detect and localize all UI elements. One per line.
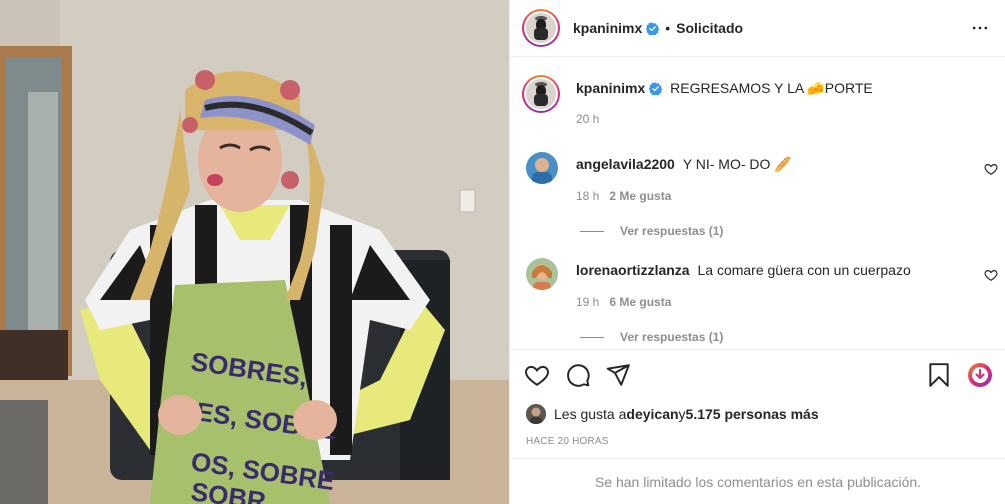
comment-text: lorenaortizzlanza La comare güera con un… xyxy=(576,262,911,278)
likes-count-link[interactable]: 5.175 personas más xyxy=(686,406,819,422)
caption-timestamp[interactable]: 20 h xyxy=(576,112,599,126)
commenter-username[interactable]: lorenaortizzlanza xyxy=(576,262,690,278)
comments-list[interactable]: kpaninimx REGRESAMOS Y LA 🧀PORTE 20 h an… xyxy=(510,58,1005,348)
separator-dot: • xyxy=(665,20,671,36)
comment-likes[interactable]: 2 Me gusta xyxy=(609,189,671,203)
more-options-icon[interactable] xyxy=(968,16,992,40)
post-image[interactable]: SOBRES, ES, SOBRE OS, SOBRE SOBR xyxy=(0,0,509,504)
replies-divider xyxy=(580,230,604,232)
commenter-avatar[interactable] xyxy=(526,258,558,290)
likes-prefix: Les gusta a xyxy=(554,406,627,422)
post-photo-illustration: SOBRES, ES, SOBRE OS, SOBRE SOBR xyxy=(0,0,509,504)
post-details-panel: kpaninimx • Solicitado kpaninimx REGRESA… xyxy=(509,0,1005,504)
caption-avatar[interactable] xyxy=(522,75,560,113)
caption-text: kpaninimx REGRESAMOS Y LA 🧀PORTE xyxy=(576,80,873,97)
view-replies-button[interactable]: Ver respuestas (1) xyxy=(580,224,723,238)
like-comment-heart-icon[interactable] xyxy=(984,162,998,176)
caption-body-start: REGRESAMOS Y LA xyxy=(670,80,808,96)
comment-likes[interactable]: 6 Me gusta xyxy=(609,295,671,309)
verified-badge-icon xyxy=(649,82,663,95)
like-heart-icon[interactable] xyxy=(524,362,550,388)
share-paper-plane-icon[interactable] xyxy=(605,362,631,388)
comment-body: La comare güera con un cuerpazo xyxy=(697,262,911,278)
comments-limited-notice: Se han limitado los comentarios en esta … xyxy=(510,458,1005,504)
verified-badge-icon xyxy=(646,21,660,35)
post-header: kpaninimx • Solicitado xyxy=(510,0,1005,57)
baguette-emoji-icon: 🥖 xyxy=(774,156,792,172)
comment-text: angelavila2200 Y NI- MO- DO 🥖 xyxy=(576,156,792,173)
replies-divider xyxy=(580,336,604,338)
caption-body-end: PORTE xyxy=(824,80,873,96)
save-bookmark-icon[interactable] xyxy=(926,362,952,388)
commenter-username[interactable]: angelavila2200 xyxy=(576,156,675,172)
liker-username[interactable]: deyican xyxy=(626,406,678,422)
commenter-avatar[interactable] xyxy=(526,152,558,184)
like-comment-heart-icon[interactable] xyxy=(984,268,998,282)
post-action-bar xyxy=(510,349,1005,399)
author-avatar[interactable] xyxy=(522,9,560,47)
post-timestamp[interactable]: HACE 20 HORAS xyxy=(526,436,609,447)
download-circle-icon[interactable] xyxy=(967,362,993,388)
comment-time[interactable]: 18 h xyxy=(576,189,599,203)
liker-avatar[interactable] xyxy=(526,404,546,424)
comment-meta: 18 h 2 Me gusta xyxy=(576,189,671,203)
cheese-emoji-icon: 🧀 xyxy=(807,80,825,96)
view-replies-label: Ver respuestas (1) xyxy=(620,224,724,238)
likes-summary: Les gusta a deyican y 5.175 personas más xyxy=(526,404,819,424)
comment-time[interactable]: 19 h xyxy=(576,295,599,309)
author-username[interactable]: kpaninimx xyxy=(573,20,642,36)
caption-username[interactable]: kpaninimx xyxy=(576,80,645,96)
author-info: kpaninimx • Solicitado xyxy=(573,20,743,36)
comment-body: Y NI- MO- DO xyxy=(682,156,775,172)
follow-requested-button[interactable]: Solicitado xyxy=(676,20,743,36)
comment-bubble-icon[interactable] xyxy=(565,362,591,388)
view-replies-label: Ver respuestas (1) xyxy=(620,330,724,344)
likes-connector: y xyxy=(678,406,686,422)
view-replies-button[interactable]: Ver respuestas (1) xyxy=(580,330,723,344)
comment-meta: 19 h 6 Me gusta xyxy=(576,295,671,309)
